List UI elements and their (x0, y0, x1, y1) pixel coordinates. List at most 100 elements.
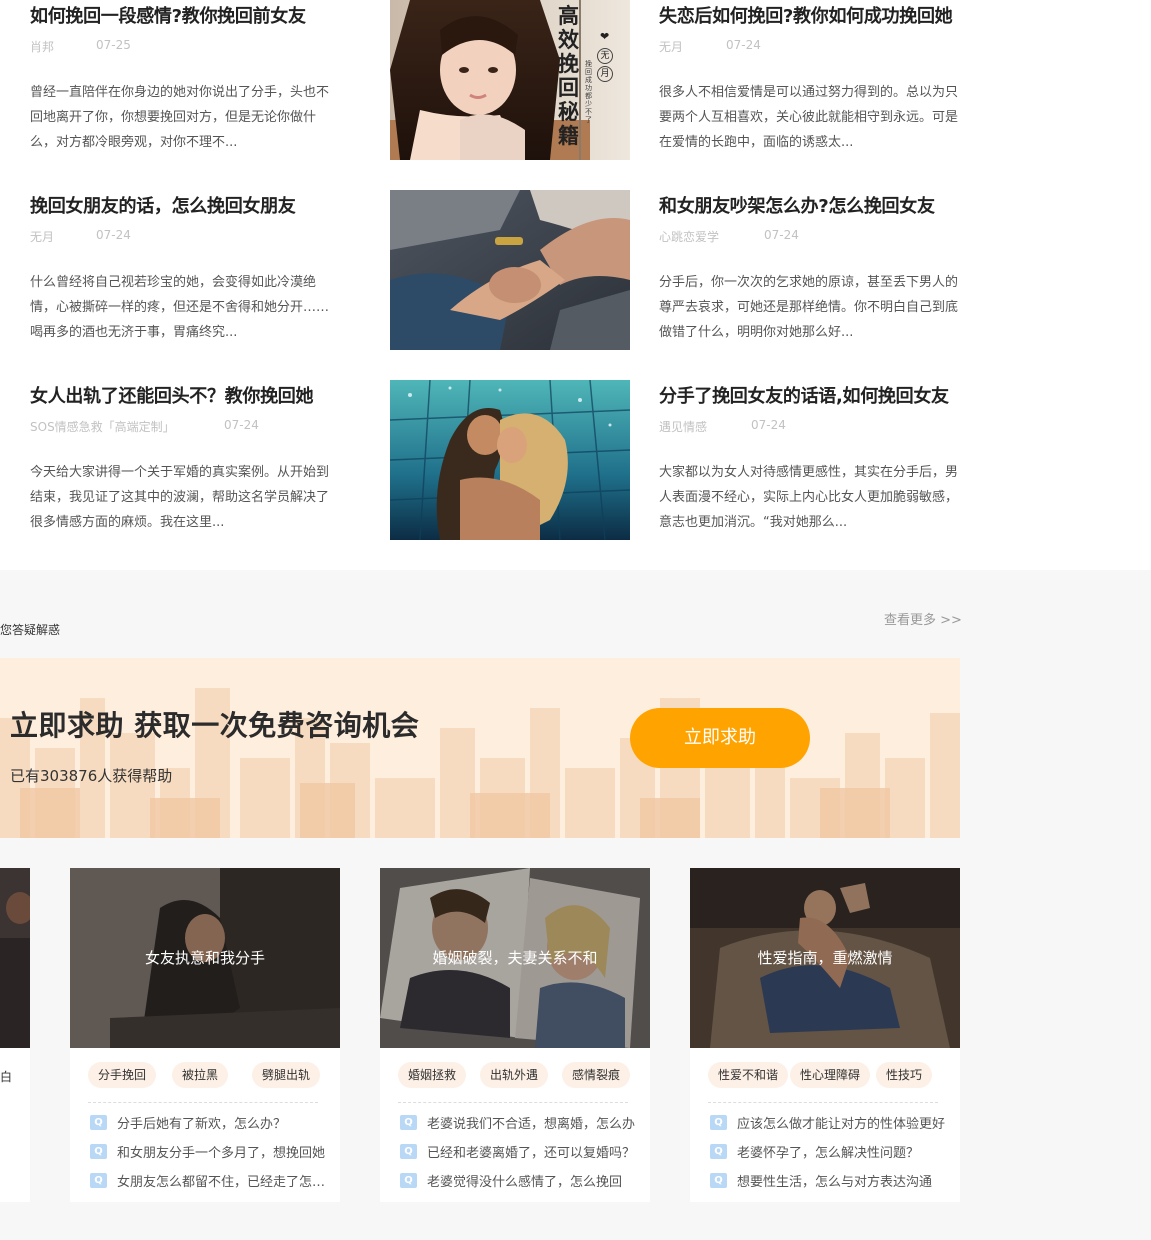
tag[interactable]: 出轨外遇 (480, 1062, 549, 1088)
book-cover-title: 高效挽回秘籍 (558, 4, 579, 148)
question-icon: Q (90, 1173, 107, 1188)
tag-list: 性爱不和谐 性心理障碍 性技巧 (708, 1062, 948, 1088)
question-item[interactable]: Q 老婆说我们不合适，想离婚，怎么办 (400, 1112, 640, 1134)
divider (88, 1102, 318, 1103)
question-item[interactable]: Q 已经和老婆离婚了，还可以复婚吗？ (400, 1141, 640, 1163)
article-item[interactable]: 失恋后如何挽回?教你如何成功挽回她 无月 07-24 很多人不相信爱情是可以通过… (659, 4, 969, 155)
tag[interactable]: 婚姻拯救 (398, 1062, 467, 1088)
book-cover-subtitle: 挽回成功都少不了 (585, 60, 592, 124)
article-date: 07-24 (96, 228, 131, 242)
article-summary: 今天给大家讲得一个关于军婚的真实案例。从开始到结束，我见证了这其中的波澜，帮助这… (30, 465, 330, 530)
article-author: 肖邦 (30, 40, 55, 54)
banner-title: 立即求助 获取一次免费咨询机会 (10, 709, 420, 742)
question-icon: Q (90, 1115, 107, 1130)
question-item[interactable]: Q 老婆觉得没什么感情了，怎么挽回 (400, 1170, 640, 1192)
article-title[interactable]: 女人出轨了还能回头不？教你挽回她 (30, 384, 340, 410)
question-text[interactable]: 已经和老婆离婚了，还可以复婚吗？ (427, 1142, 637, 1161)
question-item[interactable]: Q 应该怎么做才能让对方的性体验更好 (710, 1112, 950, 1134)
article-thumbnail-underwater-kiss[interactable] (390, 380, 630, 540)
question-icon: Q (710, 1144, 727, 1159)
see-more-link[interactable]: 查看更多 >> (884, 609, 962, 628)
tag[interactable]: 性技巧 (876, 1062, 933, 1088)
article-title[interactable]: 如何挽回一段感情?教你挽回前女友 (30, 4, 340, 30)
article-title[interactable]: 分手了挽回女友的话语,如何挽回女友 (659, 384, 969, 410)
question-icon: Q (400, 1173, 417, 1188)
question-text[interactable]: 老婆觉得没什么感情了，怎么挽回 (427, 1171, 637, 1190)
tag[interactable]: 感情裂痕 (562, 1062, 631, 1088)
tag[interactable]: 分手挽回 (88, 1062, 157, 1088)
category-card-intimacy[interactable]: 性爱指南，重燃激情 性爱不和谐 性心理障碍 性技巧 Q 应该怎么做才能让对方的性… (690, 868, 960, 1202)
question-text[interactable]: 想要性生活，怎么与对方表达沟通 (737, 1171, 947, 1190)
article-summary: 很多人不相信爱情是可以通过努力得到的。总以为只要两个人互相喜欢，关心彼此就能相守… (659, 85, 959, 150)
book-badge-top: 无 (597, 48, 613, 64)
question-item[interactable]: Q 老婆怀孕了，怎么解决性问题？ (710, 1141, 950, 1163)
article-date: 07-25 (96, 38, 131, 52)
question-text[interactable]: 和女朋友分手一个多月了，想挽回她 (117, 1142, 327, 1161)
question-text[interactable]: 老婆怀孕了，怎么解决性问题？ (737, 1142, 947, 1161)
category-card-partial[interactable]: 白 (0, 868, 30, 1202)
question-text[interactable]: 分手后她有了新欢，怎么办？ (117, 1113, 327, 1132)
helped-count: 已有303876人获得帮助 (10, 767, 173, 785)
article-date: 07-24 (726, 38, 761, 52)
tag[interactable]: 被拉黑 (172, 1062, 229, 1088)
divider (398, 1102, 628, 1103)
article-summary: 曾经一直陪伴在你身边的她对你说出了分手，头也不回地离开了你，你想要挽回对方，但是… (30, 85, 330, 150)
article-date: 07-24 (224, 418, 259, 432)
article-title[interactable]: 和女朋友吵架怎么办?怎么挽回女友 (659, 194, 969, 220)
article-item[interactable]: 挽回女朋友的话，怎么挽回女朋友 无月 07-24 什么曾经将自己视若珍宝的她，会… (30, 194, 340, 345)
article-thumbnail-hands[interactable] (390, 190, 630, 350)
city-skyline-illustration (0, 688, 960, 838)
article-date: 07-24 (764, 228, 799, 242)
article-meta: 无月 07-24 (30, 228, 340, 248)
question-item[interactable]: Q 和女朋友分手一个多月了，想挽回她 (90, 1141, 330, 1163)
tag[interactable]: 性心理障碍 (790, 1062, 871, 1088)
card-image: 女友执意和我分手 (70, 868, 340, 1048)
question-icon: Q (90, 1144, 107, 1159)
section-subtitle: 您答疑解惑 (0, 623, 61, 637)
card-image: 婚姻破裂，夫妻关系不和 (380, 868, 650, 1048)
article-summary: 什么曾经将自己视若珍宝的她，会变得如此冷漠绝情，心被撕碎一样的疼，但还是不舍得和… (30, 275, 330, 340)
article-summary: 分手后，你一次次的乞求她的原谅，甚至丢下男人的尊严去哀求，可她还是那样绝情。你不… (659, 275, 959, 340)
article-meta: 心跳恋爱学 07-24 (659, 228, 969, 248)
article-item[interactable]: 女人出轨了还能回头不？教你挽回她 SOS情感急救「高端定制」 07-24 今天给… (30, 384, 340, 535)
article-thumbnail-book-cover[interactable]: 高效挽回秘籍 ❤ 无 月 挽回成功都少不了 (390, 0, 630, 160)
article-meta: SOS情感急救「高端定制」 07-24 (30, 418, 340, 438)
article-author: SOS情感急救「高端定制」 (30, 420, 175, 434)
article-grid: 如何挽回一段感情?教你挽回前女友 肖邦 07-25 曾经一直陪伴在你身边的她对你… (0, 0, 1151, 570)
article-meta: 无月 07-24 (659, 38, 969, 58)
question-text[interactable]: 老婆说我们不合适，想离婚，怎么办 (427, 1113, 637, 1132)
tag-list: 分手挽回 被拉黑 劈腿出轨 (88, 1062, 328, 1088)
question-icon: Q (710, 1173, 727, 1188)
article-title[interactable]: 失恋后如何挽回?教你如何成功挽回她 (659, 4, 969, 30)
category-card-marriage[interactable]: 婚姻破裂，夫妻关系不和 婚姻拯救 出轨外遇 感情裂痕 Q 老婆说我们不合适，想离… (380, 868, 650, 1202)
partial-tag: 白 (0, 1070, 13, 1084)
article-author: 心跳恋爱学 (659, 230, 720, 244)
article-author: 无月 (659, 40, 684, 54)
article-author: 遇见情感 (659, 420, 708, 434)
article-item[interactable]: 分手了挽回女友的话语,如何挽回女友 遇见情感 07-24 大家都以为女人对待感情… (659, 384, 969, 535)
question-text[interactable]: 应该怎么做才能让对方的性体验更好 (737, 1113, 947, 1132)
article-item[interactable]: 和女朋友吵架怎么办?怎么挽回女友 心跳恋爱学 07-24 分手后，你一次次的乞求… (659, 194, 969, 345)
card-title: 婚姻破裂，夫妻关系不和 (432, 949, 598, 967)
tag[interactable]: 性爱不和谐 (708, 1062, 789, 1088)
question-item[interactable]: Q 分手后她有了新欢，怎么办？ (90, 1112, 330, 1134)
article-meta: 遇见情感 07-24 (659, 418, 969, 438)
help-section: 您答疑解惑 查看更多 >> 立即求助 获取一次免费咨询机会 已有303876人获… (0, 570, 1151, 1240)
article-summary: 大家都以为女人对待感情更感性，其实在分手后，男人表面漫不经心，实际上内心比女人更… (659, 465, 959, 530)
consult-banner: 立即求助 获取一次免费咨询机会 已有303876人获得帮助 立即求助 (0, 658, 960, 838)
category-card-breakup[interactable]: 女友执意和我分手 分手挽回 被拉黑 劈腿出轨 Q 分手后她有了新欢，怎么办？ Q… (70, 868, 340, 1202)
card-title: 女友执意和我分手 (144, 949, 265, 967)
book-badge-bottom: 月 (597, 66, 613, 82)
divider (708, 1102, 938, 1103)
question-item[interactable]: Q 想要性生活，怎么与对方表达沟通 (710, 1170, 950, 1192)
question-text[interactable]: 女朋友怎么都留不住，已经走了怎么办 (117, 1171, 327, 1190)
article-item[interactable]: 如何挽回一段感情?教你挽回前女友 肖邦 07-25 曾经一直陪伴在你身边的她对你… (30, 4, 340, 155)
heart-icon: ❤ (600, 30, 610, 43)
card-image: 性爱指南，重燃激情 (690, 868, 960, 1048)
tag[interactable]: 劈腿出轨 (252, 1062, 321, 1088)
question-item[interactable]: Q 女朋友怎么都留不住，已经走了怎么办 (90, 1170, 330, 1192)
article-title[interactable]: 挽回女朋友的话，怎么挽回女朋友 (30, 194, 340, 220)
question-icon: Q (710, 1115, 727, 1130)
article-date: 07-24 (751, 418, 786, 432)
get-help-button[interactable]: 立即求助 (630, 708, 810, 768)
